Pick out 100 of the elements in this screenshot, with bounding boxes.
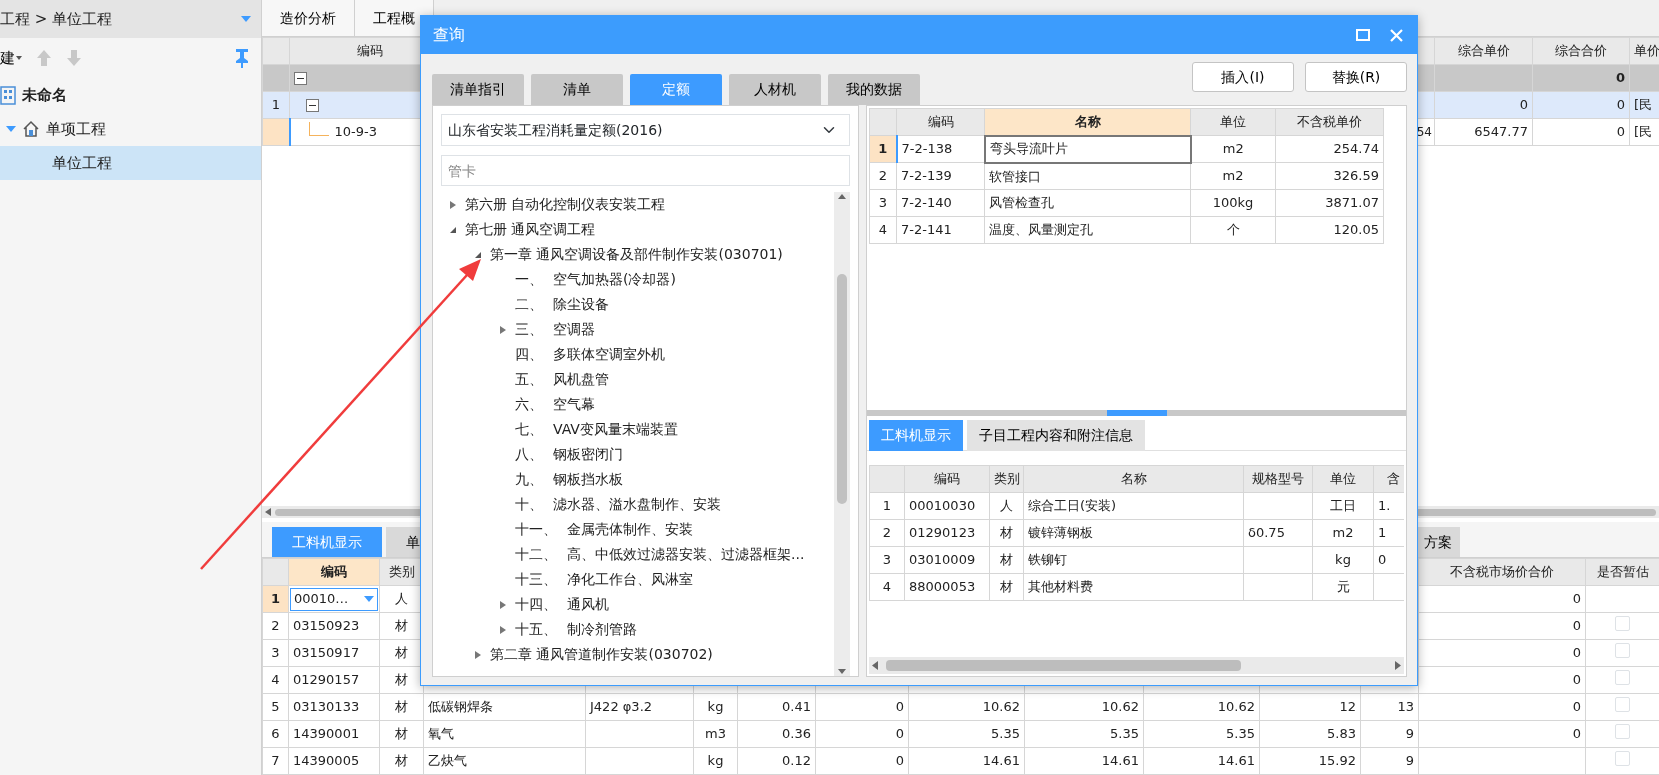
tab[interactable]: 子目工程内容和附注信息 <box>967 420 1145 451</box>
table-cell: 0 <box>1418 693 1586 721</box>
tree-item[interactable]: 滤水器、溢水盘制作、安装 <box>553 494 721 515</box>
row-number: 1 <box>262 91 290 119</box>
column-header[interactable]: 综合单价 <box>1434 37 1533 65</box>
tree-item[interactable]: 空气幕 <box>553 394 595 415</box>
table-cell: 15.92 <box>1259 747 1361 775</box>
estimate-checkbox[interactable] <box>1615 697 1630 713</box>
tree-item[interactable]: 制冷剂管路 <box>567 619 637 640</box>
column-header[interactable]: 名称 <box>984 108 1191 136</box>
column-header[interactable]: 类别 <box>989 465 1024 493</box>
item-number: 七、 <box>515 420 543 439</box>
table-cell: 风管检查孔 <box>984 189 1191 217</box>
table-cell: 10-9-3 <box>334 124 377 140</box>
tab[interactable]: 清单指引 <box>432 74 524 105</box>
item-number: 四、 <box>515 345 543 364</box>
tree-item[interactable]: 空调器 <box>553 319 595 340</box>
tree-item[interactable]: 第七册 通风空调工程 <box>465 219 596 240</box>
column-header[interactable]: 不含税市场价合价 <box>1418 558 1586 586</box>
table-cell: 0.41 <box>737 693 816 721</box>
tree-item[interactable]: 通风机 <box>567 594 609 615</box>
column-header[interactable]: 编码 <box>288 558 380 586</box>
estimate-checkbox[interactable] <box>1615 724 1630 740</box>
table-cell: 材 <box>989 519 1024 547</box>
vertical-scrollbar[interactable] <box>834 192 850 676</box>
table-cell: 0 <box>1434 91 1533 119</box>
close-button[interactable] <box>1390 28 1403 42</box>
table-cell: 0 <box>1532 118 1630 146</box>
table-cell: 13 <box>1360 693 1419 721</box>
item-number: 三、 <box>515 320 543 339</box>
splitter-bar[interactable] <box>867 410 1406 416</box>
estimate-checkbox[interactable] <box>1615 616 1630 632</box>
tab[interactable]: 工程概 <box>355 0 434 36</box>
table-cell: 14.61 <box>908 747 1025 775</box>
column-header[interactable]: 单位 <box>1312 465 1374 493</box>
table-cell: 0 <box>1418 666 1586 694</box>
tab[interactable]: 人材机 <box>729 74 821 105</box>
collapse-icon[interactable] <box>306 99 319 113</box>
tree-item[interactable]: 第二章 通风管道制作安装(030702) <box>490 644 713 665</box>
row-number: 6 <box>262 720 289 748</box>
tree-item[interactable]: 多联体空调室外机 <box>553 344 665 365</box>
tree-item[interactable]: 单位工程 <box>52 151 112 175</box>
item-number: 六、 <box>515 395 543 414</box>
tree-item[interactable]: 第六册 自动化控制仪表安装工程 <box>465 194 666 215</box>
tab[interactable]: 造价分析 <box>262 0 355 36</box>
tree-item[interactable]: 钢板挡水板 <box>553 469 623 490</box>
row-number: 4 <box>869 573 905 601</box>
column-header[interactable]: 含 <box>1373 465 1404 493</box>
table-cell: 材 <box>989 546 1024 574</box>
tree-item[interactable]: 金属壳体制作、安装 <box>567 519 693 540</box>
table-cell: 7-2-138 <box>896 135 985 163</box>
tab[interactable]: 清单 <box>531 74 623 105</box>
tree-connector <box>308 122 329 137</box>
collapse-icon[interactable] <box>294 72 307 86</box>
tree-item[interactable]: 第一章 通风空调设备及部件制作安装(030701) <box>490 244 783 265</box>
tree-item[interactable]: 单项工程 <box>46 117 106 141</box>
tab[interactable]: 我的数据 <box>828 74 920 105</box>
row-number: 5 <box>262 693 289 721</box>
estimate-checkbox[interactable] <box>1615 751 1630 767</box>
tree-item[interactable]: 风机盘管 <box>553 369 609 390</box>
table-cell: 0 <box>1418 720 1586 748</box>
project-name[interactable]: 未命名 <box>22 83 67 107</box>
column-header[interactable]: 不含税单价 <box>1275 108 1384 136</box>
action-button[interactable]: 替换(R) <box>1305 62 1407 92</box>
item-number: 十四、 <box>515 595 557 614</box>
tree-item[interactable]: 高、中低效过滤器安装、过滤器框架... <box>567 544 805 565</box>
action-button[interactable]: 插入(I) <box>1192 62 1294 92</box>
table-cell: m3 <box>693 720 738 748</box>
column-header[interactable]: 规格型号 <box>1243 465 1313 493</box>
column-header[interactable]: 编码 <box>904 465 990 493</box>
code-dropdown[interactable]: 00010… <box>290 587 378 611</box>
breadcrumb[interactable]: 工程 > 单位工程 <box>0 7 113 31</box>
table-cell: 14390005 <box>288 747 380 775</box>
table-cell: 温度、风量测定孔 <box>984 216 1191 244</box>
tree-item[interactable]: 空气加热器(冷却器) <box>553 269 676 290</box>
column-header[interactable]: 名称 <box>1023 465 1244 493</box>
column-header[interactable]: 是否暂估 <box>1585 558 1659 586</box>
pin-icon[interactable] <box>235 48 249 68</box>
estimate-checkbox[interactable] <box>1615 670 1630 686</box>
maximize-button[interactable] <box>1356 29 1370 41</box>
table-cell: 9 <box>1360 747 1419 775</box>
column-header[interactable]: 编码 <box>896 108 985 136</box>
caret-down-icon <box>364 595 374 603</box>
tree-item[interactable]: 除尘设备 <box>553 294 609 315</box>
arrow-up-icon[interactable] <box>36 49 52 67</box>
table-cell: 14.61 <box>1143 747 1260 775</box>
table-cell: 10.62 <box>1024 693 1144 721</box>
tree-item[interactable]: 钢板密闭门 <box>553 444 623 465</box>
row-number: 4 <box>262 666 289 694</box>
search-field[interactable]: 管卡 <box>441 155 850 186</box>
tree-item[interactable]: 净化工作台、风淋室 <box>567 569 693 590</box>
arrow-down-icon[interactable] <box>66 49 82 67</box>
horizontal-scrollbar[interactable] <box>869 657 1404 674</box>
column-header[interactable]: 单位 <box>1190 108 1276 136</box>
library-select[interactable]: 山东省安装工程消耗量定额(2016) <box>441 114 850 146</box>
estimate-checkbox[interactable] <box>1615 643 1630 659</box>
column-header[interactable]: 综合合价 <box>1532 37 1630 65</box>
new-button[interactable]: 建 <box>0 46 22 70</box>
tree-item[interactable]: VAV变风量末端装置 <box>553 419 678 440</box>
table-cell: 326.59 <box>1275 162 1384 190</box>
